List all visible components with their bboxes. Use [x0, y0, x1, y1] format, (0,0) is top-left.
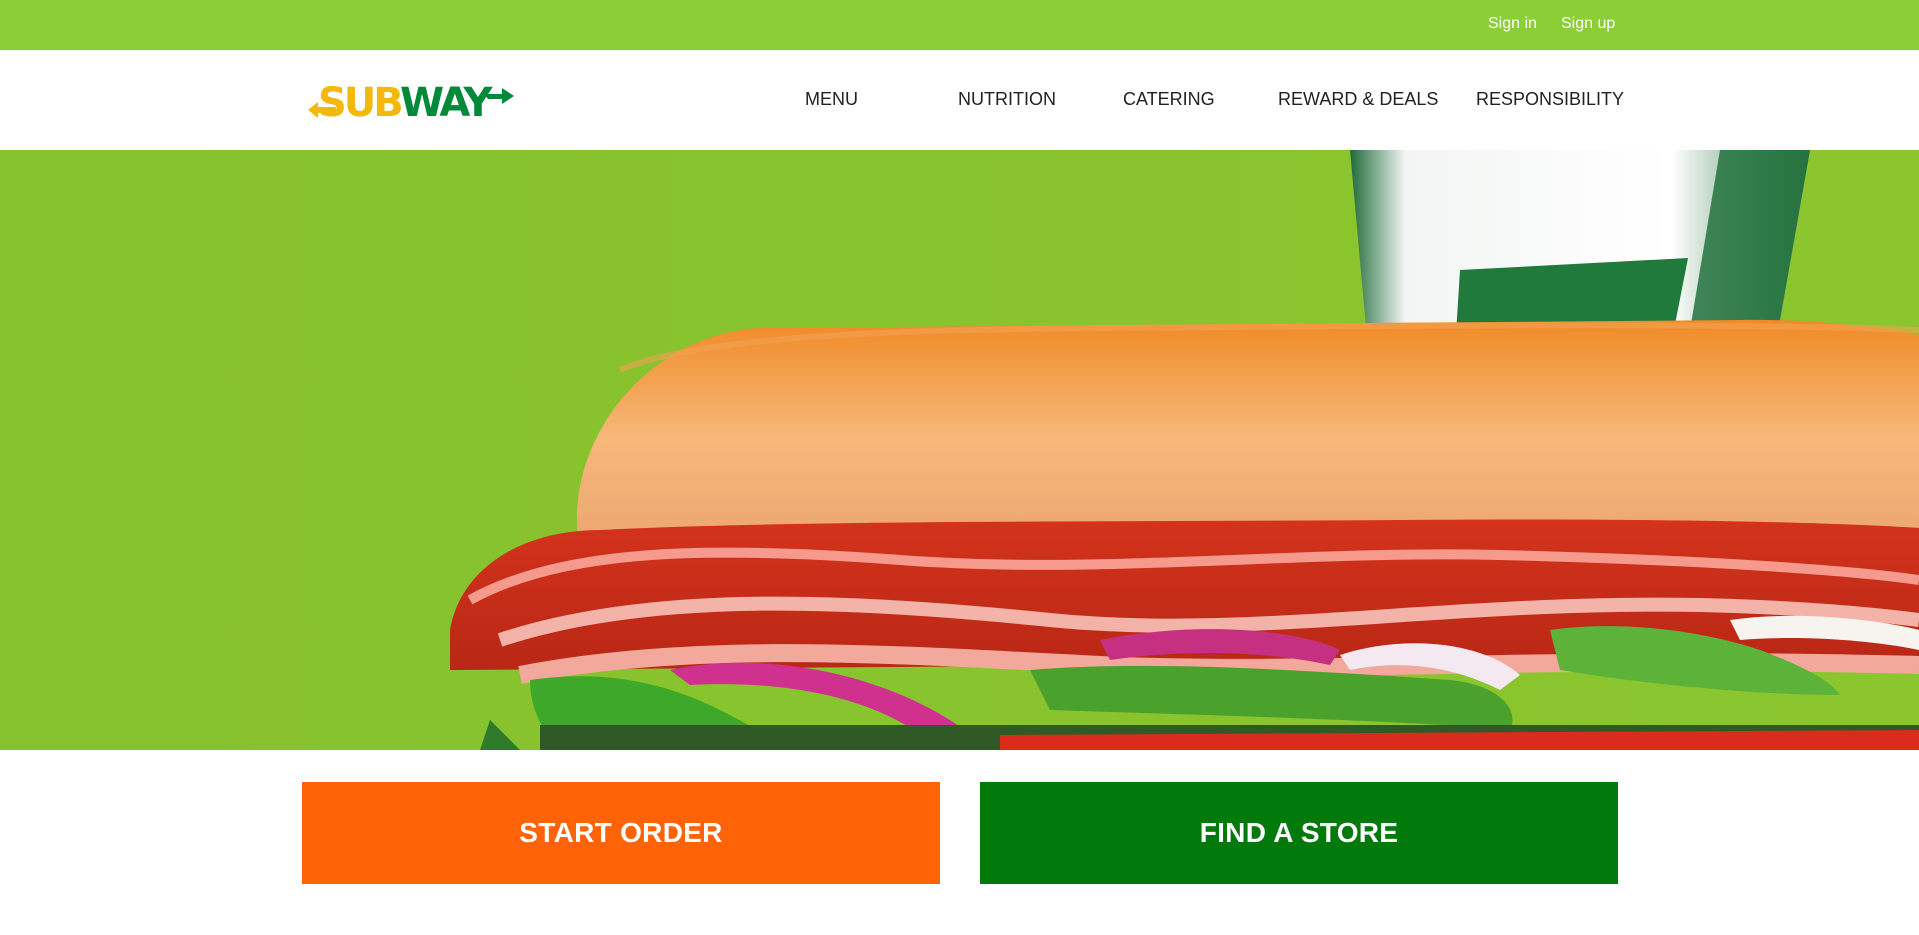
subway-logo-mark: SUB WAY	[308, 80, 514, 126]
nav-nutrition[interactable]: NUTRITION	[958, 89, 1056, 110]
find-a-store-button[interactable]: FIND A STORE	[980, 782, 1618, 884]
start-order-button[interactable]: START ORDER	[302, 782, 940, 884]
top-utility-bar: Sign in Sign up	[0, 0, 1919, 50]
subway-logo[interactable]: SUB WAY	[306, 76, 516, 126]
logo-way-text: WAY	[400, 80, 493, 124]
find-a-store-label: FIND A STORE	[1199, 817, 1399, 848]
start-order-label: START ORDER	[519, 817, 723, 848]
sign-in-link[interactable]: Sign in	[1488, 15, 1537, 33]
hero-banner	[0, 150, 1919, 750]
nav-menu[interactable]: MENU	[805, 89, 858, 110]
main-navigation: SUB WAY MENU NUTRITION CATERING REWARD &…	[0, 50, 1919, 150]
sandwich-and-cup-photo	[0, 150, 1919, 750]
sign-up-link[interactable]: Sign up	[1561, 15, 1615, 33]
nav-catering[interactable]: CATERING	[1123, 89, 1215, 110]
nav-responsibility[interactable]: RESPONSIBILITY	[1476, 89, 1624, 110]
nav-reward-deals[interactable]: REWARD & DEALS	[1278, 89, 1438, 110]
logo-sub-text: SUB	[318, 80, 401, 124]
